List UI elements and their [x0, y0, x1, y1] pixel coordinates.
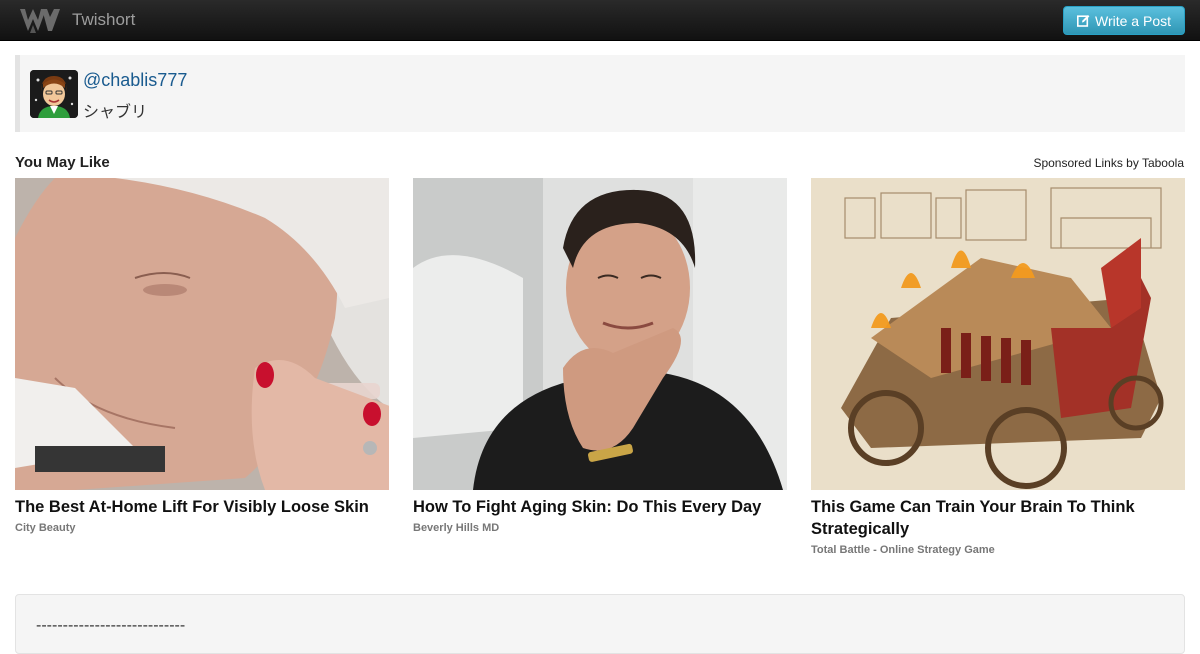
- recommendation-title[interactable]: The Best At-Home Lift For Visibly Loose …: [15, 496, 389, 518]
- avatar[interactable]: [30, 70, 78, 118]
- recommendation-title[interactable]: This Game Can Train Your Brain To Think …: [811, 496, 1185, 540]
- woman-skin-lift-image[interactable]: [15, 178, 389, 490]
- recommendation-card[interactable]: This Game Can Train Your Brain To Think …: [811, 178, 1185, 556]
- edit-icon: [1077, 15, 1090, 27]
- avatar-image: [30, 70, 78, 118]
- doctor-portrait-image[interactable]: [413, 178, 787, 490]
- sponsored-links-link[interactable]: Sponsored Links by Taboola: [1033, 156, 1184, 170]
- write-post-label: Write a Post: [1095, 12, 1171, 29]
- profile-card: @chablis777 シャブリ: [15, 55, 1185, 132]
- top-navbar: Twishort Write a Post: [0, 0, 1200, 41]
- recommendation-card[interactable]: How To Fight Aging Skin: Do This Every D…: [413, 178, 787, 534]
- siege-engine-image[interactable]: [811, 178, 1185, 490]
- twishort-logo-icon: [20, 9, 60, 33]
- profile-handle[interactable]: @chablis777: [83, 70, 187, 91]
- recommendation-source: City Beauty: [15, 522, 76, 534]
- profile-display-name: シャブリ: [83, 102, 148, 121]
- post-divider-text: ----------------------------: [36, 617, 186, 634]
- recommendation-title[interactable]: How To Fight Aging Skin: Do This Every D…: [413, 496, 787, 518]
- recommendation-source: Beverly Hills MD: [413, 522, 500, 534]
- profile-handle-link[interactable]: @chablis777: [83, 70, 187, 90]
- recommendation-card[interactable]: The Best At-Home Lift For Visibly Loose …: [15, 178, 389, 534]
- sponsored-links-label[interactable]: Sponsored Links by Taboola: [1033, 156, 1184, 170]
- app-name: Twishort: [72, 10, 136, 29]
- brand-link[interactable]: Twishort: [18, 4, 135, 36]
- write-post-button[interactable]: Write a Post: [1063, 6, 1185, 35]
- recommendation-source: Total Battle - Online Strategy Game: [811, 544, 995, 556]
- post-content-box: ----------------------------: [15, 594, 1185, 654]
- you-may-like-heading: You May Like: [15, 154, 110, 171]
